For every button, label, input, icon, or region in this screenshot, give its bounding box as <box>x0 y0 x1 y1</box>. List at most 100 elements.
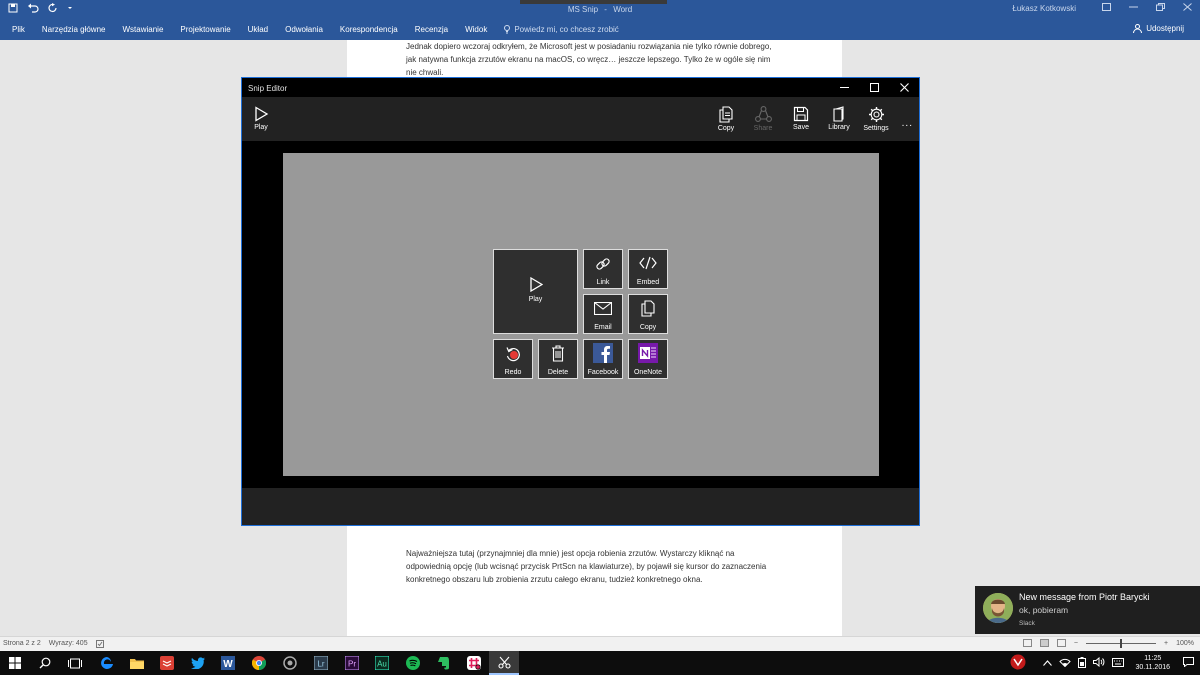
taskbar: W Lr Pr Au 11:25 30.11.2016 <box>0 651 1200 675</box>
copy-label: Copy <box>717 125 735 132</box>
copy-icon <box>719 106 733 123</box>
todoist-icon[interactable] <box>152 651 182 675</box>
twitter-icon[interactable] <box>183 651 213 675</box>
copy-button[interactable]: Copy <box>708 106 744 132</box>
tab-design[interactable]: Projektowanie <box>180 25 230 34</box>
tab-plik[interactable]: Plik <box>12 25 25 34</box>
zoom-in-icon[interactable]: + <box>1164 640 1168 647</box>
app-icon[interactable] <box>275 651 305 675</box>
ribbon-display-options-icon[interactable] <box>1102 3 1111 13</box>
share-icon <box>754 106 772 122</box>
user-name[interactable]: Łukasz Kotkowski <box>1012 4 1076 13</box>
save-button[interactable]: Save <box>783 106 819 131</box>
tile-play-label: Play <box>528 296 543 303</box>
snip-toolbar: Play Copy Share Save Library Settings ..… <box>242 97 919 141</box>
wifi-icon[interactable] <box>1059 657 1072 669</box>
lightroom-icon[interactable]: Lr <box>306 651 336 675</box>
show-hidden-icons[interactable] <box>1043 658 1053 668</box>
tab-review[interactable]: Recenzja <box>415 25 448 34</box>
minimize-icon[interactable] <box>1129 3 1138 13</box>
task-view-icon[interactable] <box>60 651 90 675</box>
clock-time: 11:25 <box>1144 655 1162 662</box>
title-right-controls: Łukasz Kotkowski <box>1012 3 1192 13</box>
word-count[interactable]: Wyrazy: 405 <box>49 640 88 650</box>
play-button[interactable]: Play <box>243 106 279 131</box>
snip-close-icon[interactable] <box>889 78 919 97</box>
settings-button[interactable]: Settings <box>858 106 894 132</box>
word-title-bar: MS Snip - Word Łukasz Kotkowski <box>0 0 1200 19</box>
toast-title: New message from Piotr Barycki <box>1019 592 1150 602</box>
zoom-level[interactable]: 100% <box>1176 640 1194 647</box>
edge-icon[interactable] <box>92 651 122 675</box>
snip-icon[interactable] <box>489 651 519 675</box>
start-icon[interactable] <box>0 651 30 675</box>
tile-email-label: Email <box>594 324 612 331</box>
tile-embed-label: Embed <box>636 279 660 286</box>
tab-references[interactable]: Odwołania <box>285 25 323 34</box>
zoom-out-icon[interactable]: − <box>1074 640 1078 647</box>
tile-link-label: Link <box>596 279 610 286</box>
tile-facebook[interactable]: Facebook <box>583 339 623 379</box>
notification-toast[interactable]: New message from Piotr Barycki ok, pobie… <box>975 586 1200 634</box>
proofing-icon[interactable] <box>95 640 105 650</box>
share-button[interactable]: Udostępnij <box>1133 24 1184 33</box>
battery-icon[interactable] <box>1078 656 1087 670</box>
clock[interactable]: 11:25 30.11.2016 <box>1135 654 1170 672</box>
tile-link[interactable]: Link <box>583 249 623 289</box>
tab-layout[interactable]: Układ <box>248 25 268 34</box>
tile-redo-label: Redo <box>504 369 522 376</box>
mail-icon <box>594 302 612 315</box>
action-center-icon[interactable] <box>1183 657 1194 669</box>
close-icon[interactable] <box>1183 3 1192 13</box>
tile-delete-label: Delete <box>547 369 569 376</box>
save-label: Save <box>793 124 809 131</box>
tab-home[interactable]: Narzędzia główne <box>42 25 106 34</box>
evernote-icon[interactable] <box>428 651 458 675</box>
tile-embed[interactable]: Embed <box>628 249 668 289</box>
tile-onenote[interactable]: OneNote <box>628 339 668 379</box>
page-count[interactable]: Strona 2 z 2 <box>3 640 41 650</box>
tile-copy[interactable]: Copy <box>628 294 668 334</box>
slack-icon[interactable] <box>459 651 489 675</box>
word-icon[interactable]: W <box>213 651 243 675</box>
settings-label: Settings <box>863 125 889 132</box>
premiere-icon[interactable]: Pr <box>337 651 367 675</box>
library-label: Library <box>828 124 850 131</box>
spotify-icon[interactable] <box>398 651 428 675</box>
file-explorer-icon[interactable] <box>122 651 152 675</box>
antivirus-tray-icon[interactable] <box>1010 654 1026 672</box>
tile-email[interactable]: Email <box>583 294 623 334</box>
tab-view[interactable]: Widok <box>465 25 487 34</box>
tile-play[interactable]: Play <box>493 249 578 334</box>
read-mode-icon[interactable] <box>1022 639 1032 647</box>
snip-editor-window: Snip Editor Play Copy Share Save Library… <box>241 77 920 526</box>
play-label: Play <box>254 124 268 131</box>
snip-minimize-icon[interactable] <box>829 78 859 97</box>
gear-icon <box>868 107 884 122</box>
tile-redo[interactable]: Redo <box>493 339 533 379</box>
toast-message: ok, pobieram <box>1019 605 1069 615</box>
chrome-icon[interactable] <box>244 651 274 675</box>
tab-insert[interactable]: Wstawianie <box>122 25 163 34</box>
print-layout-icon[interactable] <box>1039 639 1049 647</box>
facebook-icon <box>593 343 613 363</box>
share-toolbar-button[interactable]: Share <box>745 106 781 132</box>
tab-mailings[interactable]: Korespondencja <box>340 25 398 34</box>
restore-icon[interactable] <box>1156 3 1165 13</box>
audition-icon[interactable]: Au <box>367 651 397 675</box>
snip-canvas[interactable]: Play Link Embed Email Copy Redo Delete F… <box>283 153 879 476</box>
trash-icon <box>552 345 564 362</box>
library-button[interactable]: Library <box>821 106 857 131</box>
volume-icon[interactable] <box>1093 656 1105 669</box>
share-label: Udostępnij <box>1146 24 1184 33</box>
system-tray: 11:25 30.11.2016 <box>1010 651 1200 675</box>
keyboard-icon[interactable] <box>1112 657 1125 669</box>
more-options-button[interactable]: ... <box>902 118 913 129</box>
zoom-slider[interactable] <box>1086 638 1156 648</box>
snip-maximize-icon[interactable] <box>859 78 889 97</box>
tile-copy-label: Copy <box>639 324 657 331</box>
search-icon[interactable] <box>30 651 60 675</box>
web-layout-icon[interactable] <box>1056 639 1066 647</box>
tile-delete[interactable]: Delete <box>538 339 578 379</box>
tell-me-box[interactable]: Powiedz mi, co chcesz zrobić <box>504 25 635 34</box>
